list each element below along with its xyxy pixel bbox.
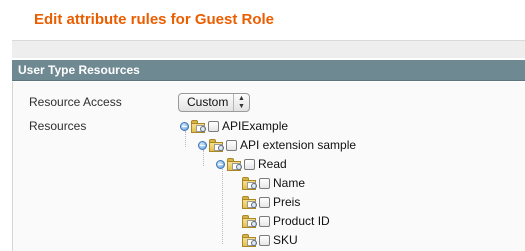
folder-icon	[191, 119, 207, 133]
tree-checkbox[interactable]	[226, 139, 237, 151]
folder-icon	[242, 233, 258, 247]
section-header: User Type Resources	[12, 60, 525, 81]
tree-node-label: Read	[258, 157, 287, 171]
resource-access-select[interactable]: Custom ▲ ▼	[178, 93, 250, 112]
tree-connector	[222, 169, 223, 244]
tree-checkbox[interactable]	[259, 215, 270, 227]
tree-node-api-extension-sample[interactable]: API extension sample	[198, 136, 356, 154]
tree-checkbox[interactable]	[259, 177, 270, 189]
tree-node-apiexample[interactable]: APIExample	[180, 117, 288, 135]
collapse-toggle-icon[interactable]	[198, 140, 207, 150]
select-arrows-icon: ▲ ▼	[233, 94, 249, 111]
folder-icon	[242, 195, 258, 209]
tree-checkbox[interactable]	[244, 158, 255, 170]
page-title: Edit attribute rules for Guest Role	[34, 11, 275, 28]
collapse-toggle-icon[interactable]	[216, 159, 225, 169]
toolbar-band	[12, 40, 525, 58]
tree-node-label: API extension sample	[240, 138, 357, 152]
tree-node-read[interactable]: Read	[216, 155, 287, 173]
folder-icon	[227, 157, 243, 171]
tree-node-name[interactable]: Name	[242, 174, 305, 192]
collapse-toggle-icon[interactable]	[180, 121, 189, 131]
resource-access-value: Custom	[187, 95, 229, 109]
tree-node-label: Name	[273, 176, 306, 190]
folder-icon	[242, 176, 258, 190]
tree-checkbox[interactable]	[259, 234, 270, 246]
tree-node-preis[interactable]: Preis	[242, 193, 300, 211]
tree-node-label: SKU	[273, 233, 298, 247]
tree-checkbox[interactable]	[259, 196, 270, 208]
tree-node-label: APIExample	[222, 119, 289, 133]
resources-label: Resources	[29, 119, 87, 133]
tree-node-label: Preis	[273, 195, 301, 209]
tree-node-sku[interactable]: SKU	[242, 231, 298, 249]
tree-node-product-id[interactable]: Product ID	[242, 212, 330, 230]
tree-checkbox[interactable]	[208, 120, 219, 132]
tree-node-label: Product ID	[273, 214, 330, 228]
folder-icon	[242, 214, 258, 228]
folder-icon	[209, 138, 225, 152]
resource-access-label: Resource Access	[29, 95, 122, 109]
